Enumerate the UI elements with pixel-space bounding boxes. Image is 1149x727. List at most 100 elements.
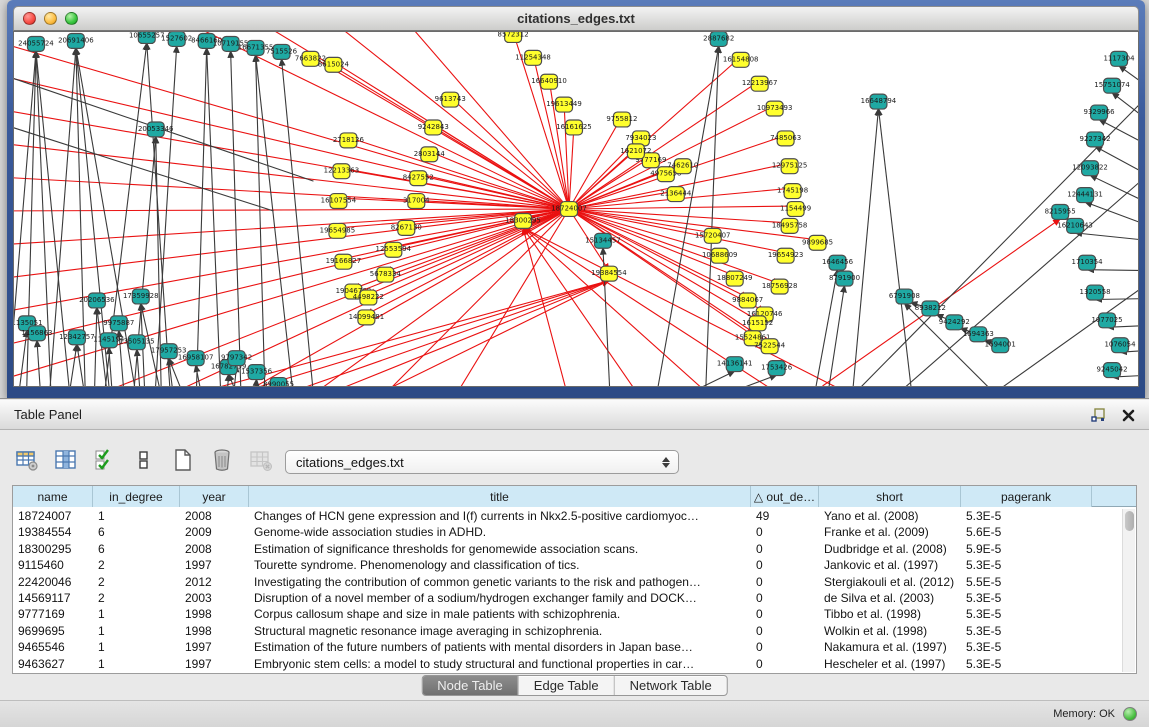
- delete-table-icon[interactable]: [209, 447, 235, 473]
- graph-node[interactable]: 4498222: [353, 290, 384, 305]
- graph-node[interactable]: 8215955: [1045, 205, 1076, 220]
- graph-node[interactable]: 1077025: [1092, 313, 1123, 328]
- graph-node[interactable]: 1117304: [1103, 51, 1135, 66]
- graph-node[interactable]: 7485063: [770, 131, 801, 146]
- graph-node[interactable]: 8267130: [391, 220, 422, 235]
- table-row[interactable]: 946362711997Embryonic stem cells: a mode…: [13, 656, 1122, 672]
- memory-status-indicator[interactable]: [1123, 707, 1137, 721]
- column-header-year[interactable]: year: [180, 486, 249, 507]
- graph-node[interactable]: 2718126: [333, 133, 364, 148]
- table-column-icon[interactable]: [53, 447, 79, 473]
- graph-node[interactable]: 17359928: [123, 289, 159, 304]
- graph-node[interactable]: 18495758: [772, 218, 808, 233]
- graph-node[interactable]: 1745198: [777, 184, 808, 199]
- graph-node[interactable]: 16107554: [321, 194, 357, 209]
- graph-node[interactable]: 16161625: [556, 120, 592, 135]
- graph-node[interactable]: 8791900: [829, 271, 860, 286]
- graph-node[interactable]: 8572312: [498, 32, 529, 42]
- graph-node[interactable]: 18756928: [762, 279, 798, 294]
- graph-node[interactable]: 19384554: [591, 266, 627, 281]
- network-graph-canvas[interactable]: 2405572420691406106552571527602846616010…: [13, 31, 1139, 387]
- graph-node[interactable]: 9884067: [732, 293, 763, 308]
- column-header-name[interactable]: name: [13, 486, 93, 507]
- graph-node[interactable]: 1694001: [985, 338, 1016, 353]
- graph-node[interactable]: 16640910: [531, 74, 567, 89]
- graph-node[interactable]: 2136444: [660, 187, 692, 202]
- window-titlebar[interactable]: citations_edges.txt: [13, 6, 1139, 31]
- graph-node[interactable]: 1527602: [161, 32, 192, 46]
- graph-node[interactable]: 9424292: [939, 315, 970, 330]
- graph-node[interactable]: 14099481: [349, 310, 385, 325]
- graph-node[interactable]: 9245042: [1096, 363, 1127, 378]
- graph-node[interactable]: 12975125: [772, 159, 808, 174]
- graph-node[interactable]: 14136141: [717, 357, 753, 372]
- new-table-icon[interactable]: [170, 447, 196, 473]
- graph-node[interactable]: 9613743: [435, 92, 466, 107]
- tab-node-table[interactable]: Node Table: [422, 676, 518, 695]
- table-row[interactable]: 969969511998Structural magnetic resonanc…: [13, 623, 1122, 639]
- graph-node[interactable]: 9755812: [606, 112, 637, 127]
- graph-node[interactable]: 15751074: [1094, 78, 1130, 93]
- graph-node[interactable]: 8990055: [263, 378, 294, 386]
- graph-node[interactable]: 7515526: [266, 44, 297, 59]
- graph-node[interactable]: 1753426: [761, 361, 792, 376]
- table-row[interactable]: 2242004622012Investigating the contribut…: [13, 574, 1122, 590]
- graph-node[interactable]: 20206536: [79, 293, 115, 308]
- column-header-in_degree[interactable]: in_degree: [93, 486, 180, 507]
- column-header-pagerank[interactable]: pagerank: [961, 486, 1092, 507]
- column-header-title[interactable]: title: [249, 486, 751, 507]
- table-row[interactable]: 1872400712008Changes of HCN gene express…: [13, 508, 1122, 524]
- graph-node[interactable]: 10973493: [757, 101, 793, 116]
- graph-node[interactable]: 16958107: [178, 351, 214, 366]
- graph-node[interactable]: 317004: [403, 194, 430, 209]
- graph-node[interactable]: 19654923: [768, 248, 804, 263]
- graph-node[interactable]: 1154499: [780, 202, 811, 217]
- tab-edge-table[interactable]: Edge Table: [518, 676, 614, 695]
- column-header-short[interactable]: short: [819, 486, 961, 507]
- graph-node[interactable]: 1537356: [241, 365, 272, 380]
- graph-node[interactable]: 6791908: [889, 289, 920, 304]
- table-row[interactable]: 977716911998Corpus callosum shape and si…: [13, 606, 1122, 622]
- table-source-select[interactable]: citations_edges.txt: [285, 450, 679, 474]
- merge-rows-icon[interactable]: [131, 447, 157, 473]
- graph-node[interactable]: 9899685: [802, 235, 833, 250]
- select-columns-icon[interactable]: [92, 447, 118, 473]
- tab-network-table[interactable]: Network Table: [614, 676, 727, 695]
- float-panel-icon[interactable]: [1089, 406, 1107, 424]
- graph-node[interactable]: 9975887: [103, 316, 134, 331]
- graph-node[interactable]: 2887682: [703, 32, 734, 46]
- graph-node[interactable]: 10688609: [702, 248, 738, 263]
- graph-node[interactable]: 20691406: [58, 33, 94, 48]
- graph-node[interactable]: 7522544: [754, 339, 786, 354]
- table-row[interactable]: 946554611997Estimation of the future num…: [13, 639, 1122, 655]
- scrollbar-thumb[interactable]: [1125, 511, 1134, 531]
- graph-node[interactable]: 1076054: [1104, 338, 1136, 353]
- graph-node[interactable]: 12444131: [1067, 188, 1103, 203]
- table-row[interactable]: 1456911722003Disruption of a novel membe…: [13, 590, 1122, 606]
- graph-node[interactable]: 12553594: [376, 242, 412, 257]
- table-settings-icon[interactable]: [14, 447, 40, 473]
- graph-node[interactable]: 15134457: [585, 233, 621, 248]
- graph-node[interactable]: 16210643: [1057, 218, 1093, 233]
- graph-node[interactable]: 1320558: [1080, 285, 1111, 300]
- graph-node[interactable]: 9242843: [418, 120, 449, 135]
- graph-node[interactable]: 2803144: [414, 147, 446, 162]
- graph-node[interactable]: 12213363: [324, 164, 360, 179]
- graph-node[interactable]: 16154808: [723, 52, 759, 67]
- graph-node[interactable]: 18807249: [717, 271, 753, 286]
- graph-node[interactable]: 1694363: [963, 327, 994, 342]
- table-row[interactable]: 911546021997Tourette syndrome. Phenomeno…: [13, 557, 1122, 573]
- graph-node[interactable]: 1710354: [1072, 255, 1104, 270]
- table-row[interactable]: 1830029562008Estimation of significance …: [13, 541, 1122, 557]
- graph-node[interactable]: 1646456: [822, 255, 853, 270]
- close-panel-icon[interactable]: [1119, 406, 1137, 424]
- graph-node[interactable]: 13505135: [119, 335, 155, 350]
- graph-node[interactable]: 9329966: [1084, 105, 1115, 120]
- graph-node[interactable]: 10655257: [129, 32, 165, 43]
- graph-node[interactable]: 11254348: [515, 50, 551, 65]
- graph-node[interactable]: 5678334: [370, 267, 402, 282]
- column-header-out_de[interactable]: △ out_de…: [751, 486, 819, 507]
- graph-node[interactable]: 8938212: [915, 301, 946, 316]
- graph-node[interactable]: 16648794: [861, 94, 897, 109]
- table-row[interactable]: 1938455462009Genome-wide association stu…: [13, 524, 1122, 540]
